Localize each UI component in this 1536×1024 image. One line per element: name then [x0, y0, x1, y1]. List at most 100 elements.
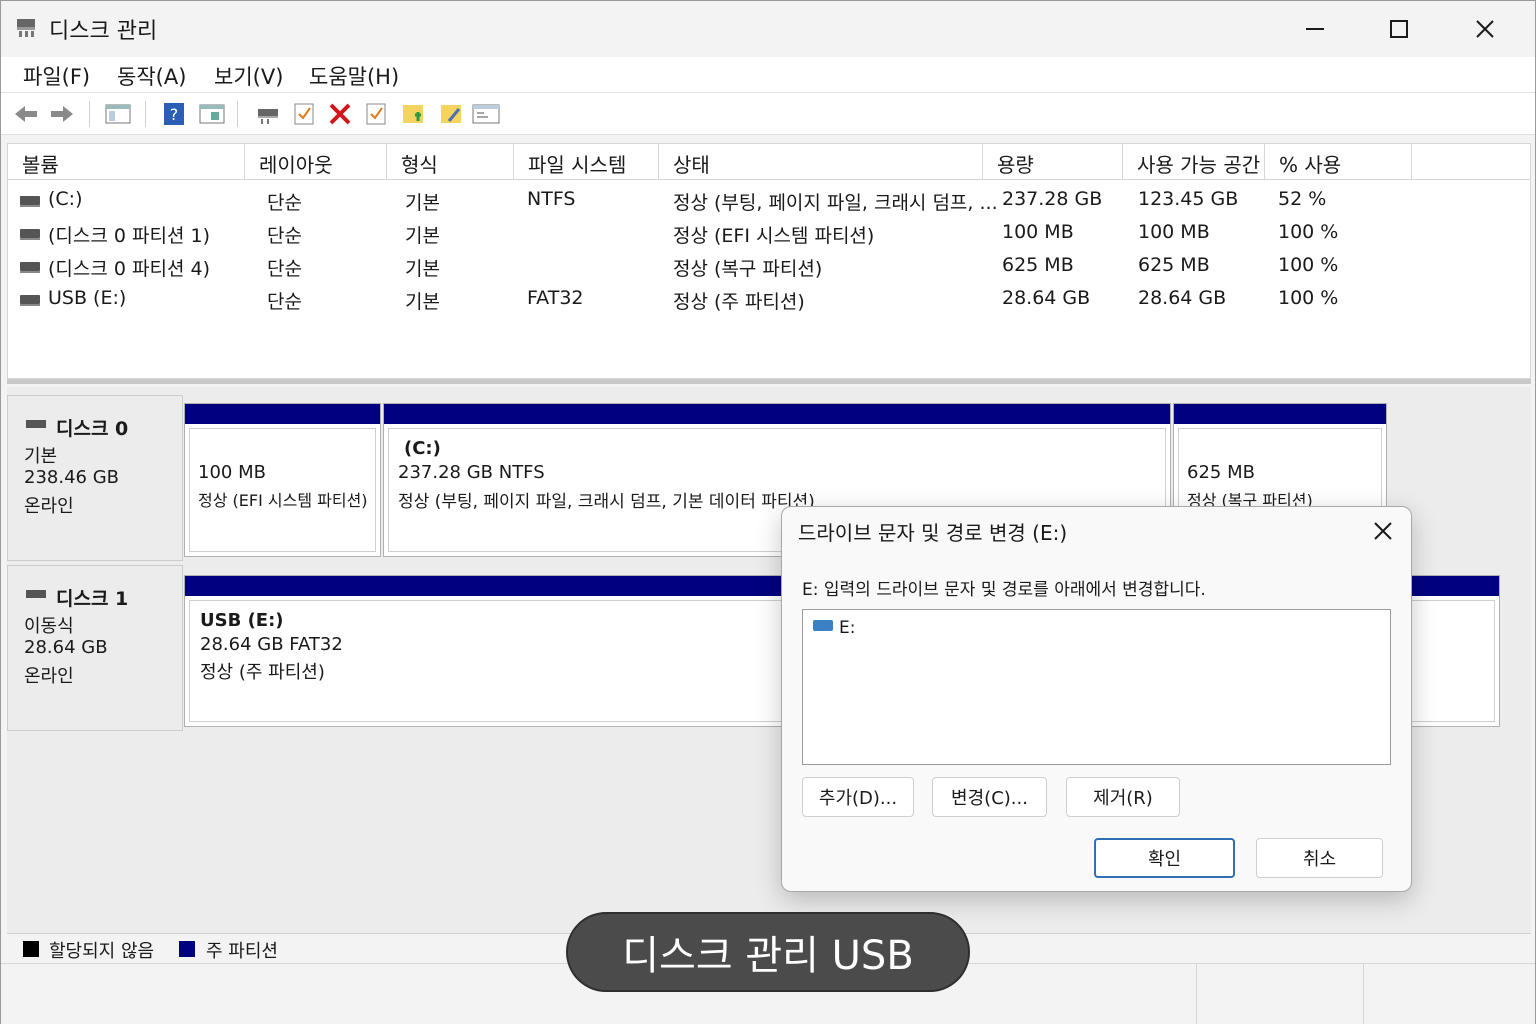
connect-drive-icon [258, 109, 278, 124]
console-tree-icon [105, 104, 131, 124]
close-button[interactable] [1443, 1, 1527, 57]
dialog-description: E: 입력의 드라이브 문자 및 경로를 아래에서 변경합니다. [802, 580, 1206, 600]
volume-name: (C:) [48, 188, 83, 210]
delete-button[interactable] [325, 99, 355, 129]
dialog-title: 드라이브 문자 및 경로 변경 (E:) [798, 521, 1068, 545]
partition-status: 정상 (주 파티션) [200, 662, 325, 683]
col-capacity[interactable]: 용량 [983, 144, 1123, 180]
col-filesystem[interactable]: 파일 시스템 [514, 144, 659, 180]
volume-fs: NTFS [527, 188, 576, 210]
legend-unallocated-swatch [23, 941, 39, 957]
col-volume[interactable]: 볼륨 [8, 144, 245, 180]
disk0-kind: 기본 [24, 446, 58, 467]
volume-layout: 단순 [267, 291, 302, 313]
edit-button[interactable] [437, 99, 467, 129]
drive-icon [20, 262, 40, 273]
drive-icon [26, 419, 46, 428]
menu-action[interactable]: 동작(A) [117, 61, 186, 91]
volume-row-c[interactable]: (C:) 단순 기본 NTFS 정상 (부팅, 페이지 파일, 크래시 덤프, … [8, 184, 1530, 217]
volume-row-disk0-part4[interactable]: (디스크 0 파티션 4) 단순 기본 정상 (복구 파티션) 625 MB 6… [8, 250, 1530, 283]
drive-icon [20, 229, 40, 240]
menu-view[interactable]: 보기(V) [214, 61, 283, 91]
close-icon [1476, 20, 1494, 38]
disk0-title: 디스크 0 [26, 414, 128, 441]
maximize-icon [1390, 20, 1408, 38]
disk1-title: 디스크 1 [26, 584, 128, 611]
partition-status: 정상 (부팅, 페이지 파일, 크래시 덤프, 기본 데이터 파티션) [398, 492, 815, 512]
properties-button[interactable] [197, 99, 227, 129]
legend-primary-swatch [179, 941, 195, 957]
forward-button[interactable] [47, 99, 77, 129]
volume-status: 정상 (주 파티션) [673, 291, 805, 313]
menu-help[interactable]: 도움말(H) [309, 61, 399, 91]
check-button[interactable] [289, 99, 319, 129]
settings-window-button[interactable] [471, 99, 501, 129]
toolbar-separator [89, 101, 90, 127]
remove-button[interactable]: 제거(R) [1066, 777, 1180, 817]
col-percent-used[interactable]: % 사용 [1265, 144, 1412, 180]
volume-name: (디스크 0 파티션 4) [48, 258, 211, 280]
col-status[interactable]: 상태 [659, 144, 983, 180]
disk0-size: 238.46 GB [24, 467, 120, 488]
volume-type: 기본 [405, 291, 440, 313]
drive-path-item[interactable]: E: [813, 618, 855, 638]
connect-drive-button[interactable] [253, 99, 283, 129]
check-button-2[interactable] [361, 99, 391, 129]
new-folder-icon [403, 105, 423, 123]
minimize-button[interactable] [1273, 1, 1357, 57]
col-free-space[interactable]: 사용 가능 공간 [1123, 144, 1265, 180]
dialog-close-button[interactable] [1363, 513, 1403, 549]
drive-icon [20, 295, 40, 306]
col-layout[interactable]: 레이아웃 [245, 144, 387, 180]
back-button[interactable] [11, 99, 41, 129]
help-icon: ? [164, 103, 184, 125]
check-icon [366, 103, 386, 125]
volume-name: (디스크 0 파티션 1) [48, 225, 211, 247]
maximize-button[interactable] [1357, 1, 1441, 57]
drive-path-list[interactable]: E: [802, 609, 1391, 765]
toolbar: ? [1, 93, 1535, 135]
toolbar-separator [237, 101, 238, 127]
new-folder-button[interactable] [399, 99, 429, 129]
disk1-kind: 이동식 [24, 616, 74, 637]
ok-button[interactable]: 확인 [1094, 838, 1235, 878]
disk0-info[interactable]: 디스크 0 기본 238.46 GB 온라인 [7, 395, 183, 561]
col-type[interactable]: 형식 [387, 144, 514, 180]
change-button[interactable]: 변경(C)... [932, 777, 1047, 817]
volume-fs: FAT32 [527, 287, 584, 309]
disk0-name: 디스크 0 [56, 418, 129, 440]
volume-percent: 100 % [1278, 287, 1339, 309]
volume-layout: 단순 [267, 225, 302, 247]
disk0-partition-efi[interactable]: 100 MB 정상 (EFI 시스템 파티션) [184, 403, 381, 557]
back-arrow-icon [15, 106, 37, 122]
volume-type: 기본 [405, 192, 440, 214]
volume-type: 기본 [405, 225, 440, 247]
partition-label: (C:) [404, 438, 441, 459]
cancel-button[interactable]: 취소 [1256, 838, 1383, 878]
volume-status: 정상 (부팅, 페이지 파일, 크래시 덤프, ... [673, 192, 998, 214]
drive-path-label: E: [839, 618, 856, 638]
volume-percent: 100 % [1278, 221, 1339, 243]
volume-row-disk0-part1[interactable]: (디스크 0 파티션 1) 단순 기본 정상 (EFI 시스템 파티션) 100… [8, 217, 1530, 250]
forward-arrow-icon [51, 106, 73, 122]
volume-layout: 단순 [267, 258, 302, 280]
partition-status: 정상 (EFI 시스템 파티션) [198, 491, 368, 510]
volume-layout: 단순 [267, 192, 302, 214]
check-icon [294, 103, 314, 125]
volume-free: 123.45 GB [1138, 188, 1239, 210]
pane-splitter[interactable] [7, 379, 1531, 384]
volume-row-usb[interactable]: USB (E:) 단순 기본 FAT32 정상 (주 파티션) 28.64 GB… [8, 283, 1530, 316]
volume-free: 100 MB [1138, 221, 1210, 243]
partition-label: USB (E:) [200, 610, 284, 631]
volume-capacity: 625 MB [1002, 254, 1074, 276]
add-button[interactable]: 추가(D)... [802, 777, 914, 817]
console-tree-button[interactable] [103, 99, 133, 129]
partition-bar [1174, 404, 1386, 424]
volume-capacity: 28.64 GB [1002, 287, 1091, 309]
menu-file[interactable]: 파일(F) [23, 61, 90, 91]
disk1-size: 28.64 GB [24, 637, 108, 658]
status-divider [1363, 964, 1364, 1024]
disk1-info[interactable]: 디스크 1 이동식 28.64 GB 온라인 [7, 565, 183, 731]
help-button[interactable]: ? [159, 99, 189, 129]
edit-icon [441, 105, 461, 123]
